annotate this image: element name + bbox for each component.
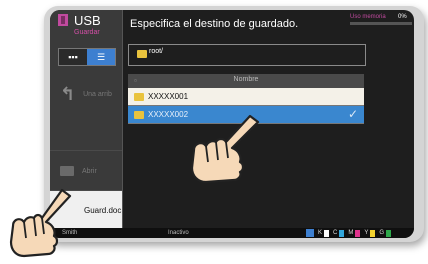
- folder-icon: [134, 111, 144, 119]
- toner-label-g: G: [379, 230, 385, 236]
- toner-levels: K C M Y G: [306, 229, 392, 237]
- open-label: Abrir: [82, 167, 97, 175]
- path-text: root/: [149, 48, 164, 55]
- row-name: XXXXX001: [148, 92, 189, 101]
- view-toggle: ▪▪▪ ☰: [58, 48, 116, 66]
- toner-bar-c: [339, 229, 345, 237]
- toner-label-y: Y: [364, 230, 369, 236]
- pointing-hand-icon: [190, 114, 260, 184]
- sidebar-title: USB: [74, 13, 101, 28]
- memory-usage-label: Uso memoria: [350, 14, 386, 20]
- usb-icon: [58, 14, 68, 26]
- column-header-name[interactable]: Nombre: [128, 76, 364, 83]
- check-icon: ✓: [347, 107, 358, 121]
- up-arrow-icon: ↰: [60, 83, 76, 104]
- pointing-hand-icon: [9, 188, 72, 258]
- up-level-button[interactable]: ↰ Una arrib: [50, 74, 122, 114]
- open-button[interactable]: Abrir: [50, 150, 122, 191]
- toner-label-c: C: [333, 230, 338, 236]
- toner-bar-k: [324, 229, 330, 237]
- folder-icon: [137, 50, 147, 58]
- toner-label-k: K: [318, 230, 323, 236]
- folder-icon: [134, 93, 144, 101]
- memory-usage-value: 0%: [398, 14, 407, 20]
- toner-bar-y: [370, 229, 376, 237]
- up-level-label: Una arrib: [83, 90, 112, 98]
- table-header: ▫ Nombre: [128, 74, 364, 88]
- memory-usage-bar: [350, 22, 412, 25]
- list-view-button[interactable]: ☰: [87, 49, 115, 65]
- folder-icon: [60, 166, 74, 176]
- row-name: XXXXX002: [148, 110, 189, 119]
- toner-bar-m: [355, 229, 361, 237]
- main-panel: Especifica el destino de guardado. Uso m…: [122, 10, 414, 228]
- status-bar: Smith Inactivo K C M Y G: [50, 228, 414, 238]
- page-title: Especifica el destino de guardado.: [130, 18, 299, 30]
- save-document-label: Guard.doc: [84, 205, 122, 215]
- path-field[interactable]: root/: [128, 44, 366, 66]
- toner-bar-g: [386, 229, 392, 237]
- sidebar-subtitle: Guardar: [74, 29, 100, 36]
- table-row[interactable]: XXXXX001: [128, 88, 364, 106]
- grid-view-button[interactable]: ▪▪▪: [59, 49, 87, 65]
- toner-label-m: M: [348, 230, 354, 236]
- machine-status: Inactivo: [168, 230, 189, 236]
- toner-icon: [306, 229, 314, 237]
